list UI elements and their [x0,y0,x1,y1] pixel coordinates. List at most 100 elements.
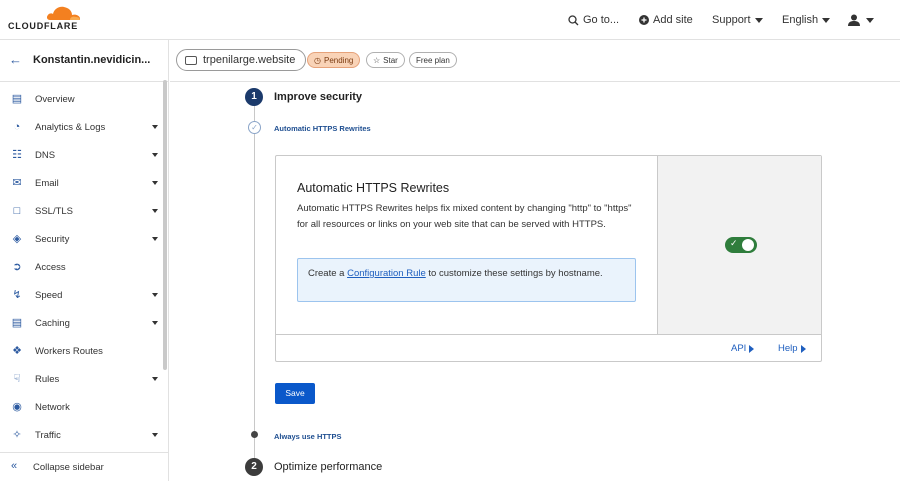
sidebar-item-label: Overview [35,94,75,105]
pin-icon: ◉ [12,401,22,413]
chevron-down-icon [822,17,831,23]
goto-label: Go to... [583,14,620,26]
chevron-down-icon [152,237,158,241]
sidebar-item-access[interactable]: ➲ Access [0,253,165,281]
status-badge[interactable]: ◷ Pending [307,52,361,68]
account-header[interactable]: ← Konstantin.nevidicin... [0,40,169,82]
sidebar-item-email[interactable]: ✉ Email [0,169,165,197]
clock-icon: ◷ [314,55,321,65]
chevron-down-icon [152,321,158,325]
info-callout: Create a Configuration Rule to customize… [297,258,636,302]
sidebar-item-label: Email [35,178,59,189]
chevron-down-icon [866,17,874,23]
chevron-down-icon [152,125,158,129]
sidebar-item-label: Rules [35,374,60,385]
chevron-down-icon [754,17,763,23]
chevron-down-icon [152,209,158,213]
plan-badge[interactable]: Free plan [409,52,457,68]
https-rewrites-toggle[interactable]: ✓ [725,237,757,253]
sidebar-item-label: DNS [35,150,56,161]
sidebar-item-label: Workers Routes [35,346,103,357]
substep-always-use-https[interactable]: Always use HTTPS [274,432,342,441]
sidebar-item-workers-routes[interactable]: ❖ Workers Routes [0,337,165,365]
goto-button[interactable]: Go to... [568,0,619,40]
brand-name: CLOUDFLARE [8,21,78,31]
status-label: Pending [323,55,354,65]
substep-dot-icon [251,431,258,438]
support-label: Support [712,14,751,26]
support-dropdown[interactable]: Support [712,0,763,40]
browser-window-icon [185,55,197,65]
sidebar-item-analytics[interactable]: ◔ Analytics & Logs [0,113,165,141]
server-icon: ▤ [11,317,23,329]
step-connector-line [254,105,255,460]
setting-card-footer: API Help [276,334,821,361]
chevron-down-icon [152,433,158,437]
help-label: Help [778,343,798,354]
api-link[interactable]: API [731,343,755,354]
sidebar-item-rules[interactable]: ☟ Rules [0,365,165,393]
star-icon: ☆ [373,55,381,65]
toggle-knob [742,239,754,251]
cloudflare-logo[interactable]: CLOUDFLARE [8,4,88,36]
configuration-rule-link[interactable]: Configuration Rule [347,268,426,279]
star-label: Star [383,55,398,65]
domain-selector[interactable]: trpenilarge.website [176,49,307,71]
sidebar-item-dns[interactable]: ☷ DNS [0,141,165,169]
sidebar-scrollbar[interactable] [163,80,167,370]
rules-icon: ☟ [13,373,21,385]
sidebar-item-security[interactable]: ◈ Security [0,225,165,253]
workers-icon: ❖ [12,345,22,357]
info-prefix: Create a [308,268,348,279]
add-site-button[interactable]: Add site [639,0,693,40]
setting-control-panel: ✓ [658,156,821,334]
sidebar-item-speed[interactable]: ↯ Speed [0,281,165,309]
sidebar-item-ssl-tls[interactable]: □ SSL/TLS [0,197,165,225]
network-icon: ☷ [12,149,22,161]
sidebar-item-label: SSL/TLS [35,206,74,217]
sidebar-nav: ▤ Overview ◔ Analytics & Logs ☷ DNS ✉ Em… [0,85,165,449]
setting-card-content: Automatic HTTPS Rewrites Automatic HTTPS… [276,156,658,334]
setting-card: Automatic HTTPS Rewrites Automatic HTTPS… [275,155,822,362]
sidebar-item-label: Speed [35,290,63,301]
sidebar-item-network[interactable]: ◉ Network [0,393,165,421]
step-1-number: 1 [245,88,263,106]
user-icon [848,14,860,26]
zone-header: trpenilarge.website ◷ Pending ☆ Star Fre… [170,40,900,82]
sidebar-item-overview[interactable]: ▤ Overview [0,85,165,113]
info-suffix: to customize these settings by hostname. [425,268,603,279]
sidebar: ← Konstantin.nevidicin... ▤ Overview ◔ A… [0,40,169,481]
sidebar-item-label: Traffic [35,430,61,441]
plan-label: Free plan [416,55,450,65]
back-arrow-icon[interactable]: ← [9,52,22,67]
caret-right-icon [749,344,755,353]
language-label: English [782,14,819,26]
check-icon: ✓ [248,121,261,134]
sidebar-item-label: Access [35,262,66,273]
sidebar-item-label: Network [35,402,70,413]
language-dropdown[interactable]: English [782,0,831,40]
save-button[interactable]: Save [275,383,315,404]
account-name: Konstantin.nevidicin... [33,54,151,66]
collapse-sidebar-label: Collapse sidebar [33,462,104,473]
sidebar-item-traffic[interactable]: ✧ Traffic [0,421,165,449]
chart-icon: ◔ [13,121,21,133]
substep-automatic-https-rewrites[interactable]: Automatic HTTPS Rewrites [274,124,371,133]
setting-description: Automatic HTTPS Rewrites helps fix mixed… [297,203,632,230]
sidebar-item-label: Security [35,234,70,245]
help-link[interactable]: Help [778,343,806,354]
clipboard-icon: ▤ [11,93,23,105]
bolt-icon: ↯ [12,289,22,301]
check-icon: ✓ [730,238,738,248]
collapse-sidebar-button[interactable]: « Collapse sidebar [0,452,169,481]
sidebar-item-label: Analytics & Logs [35,122,106,133]
step-2-title: Optimize performance [274,461,383,473]
domain-name: trpenilarge.website [203,54,296,66]
lock-icon: □ [13,205,21,217]
email-icon: ✉ [12,177,22,189]
star-button[interactable]: ☆ Star [366,52,405,68]
sidebar-item-caching[interactable]: ▤ Caching [0,309,165,337]
api-label: API [731,343,747,354]
chevron-down-icon [152,293,158,297]
user-menu[interactable] [848,0,874,40]
